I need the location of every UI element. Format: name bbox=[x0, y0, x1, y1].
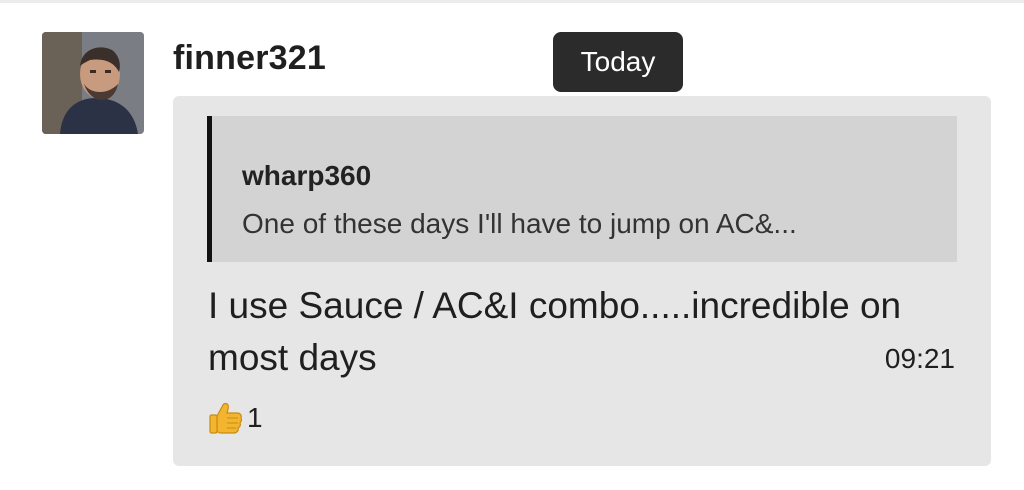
top-divider bbox=[0, 0, 1024, 3]
message-bubble[interactable]: wharp360 One of these days I'll have to … bbox=[173, 96, 991, 466]
avatar[interactable] bbox=[42, 32, 144, 134]
date-separator-badge: Today bbox=[553, 32, 683, 92]
message-timestamp: 09:21 bbox=[884, 343, 955, 374]
thumbs-up-icon bbox=[207, 399, 245, 437]
message-text: I use Sauce / AC&I combo.....incredible … bbox=[208, 285, 902, 378]
reaction-count: 1 bbox=[247, 402, 263, 433]
quoted-author: wharp360 bbox=[242, 160, 372, 191]
quoted-reply[interactable]: wharp360 One of these days I'll have to … bbox=[207, 116, 957, 262]
quoted-text: One of these days I'll have to jump on A… bbox=[242, 208, 797, 239]
user-avatar-photo-icon bbox=[42, 32, 144, 134]
reaction-thumbs-up[interactable]: 1 bbox=[207, 398, 263, 438]
message-author[interactable]: finner321 bbox=[173, 36, 326, 80]
